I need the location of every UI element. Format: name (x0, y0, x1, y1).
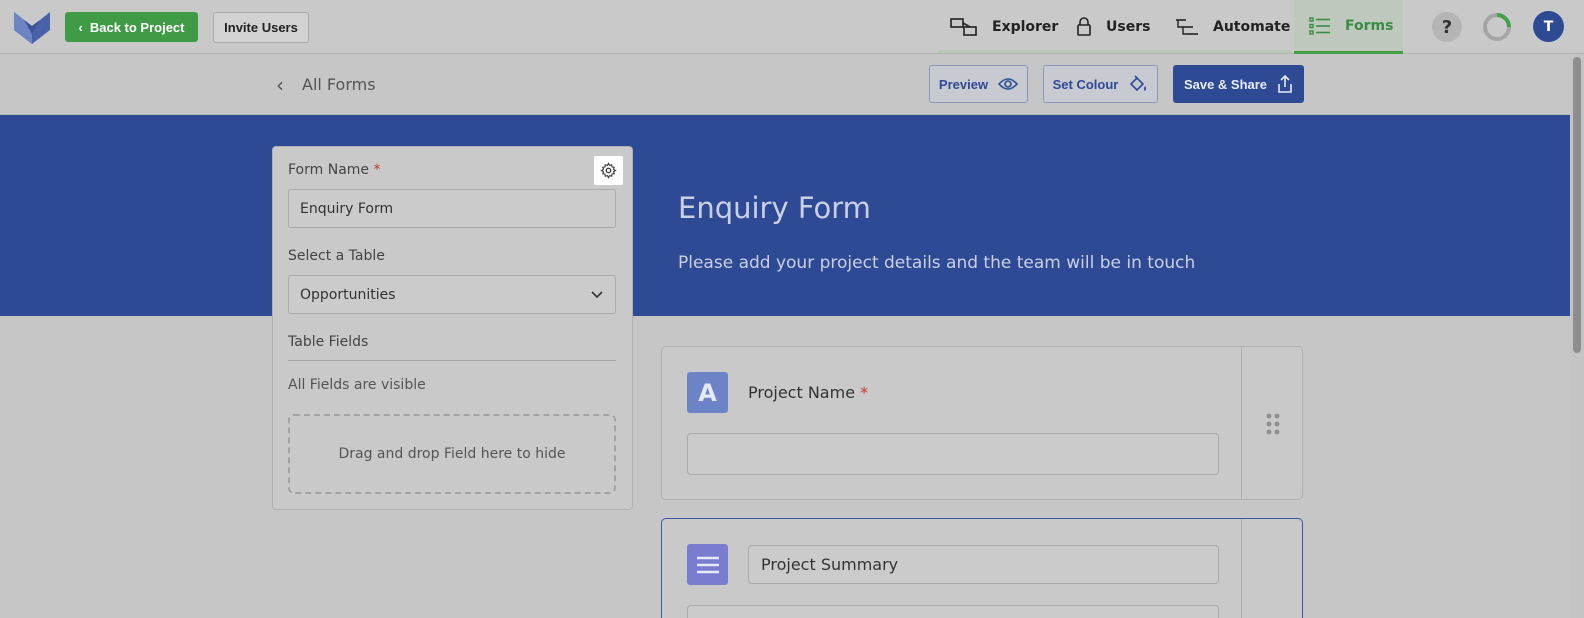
set-colour-button[interactable]: Set Colour (1043, 65, 1158, 103)
page-scrollbar[interactable] (1570, 55, 1584, 618)
drag-handle-column (1241, 519, 1302, 618)
preview-button[interactable]: Preview (929, 65, 1028, 103)
preview-label: Preview (938, 76, 989, 92)
save-share-label: Save & Share (1183, 76, 1268, 92)
field-card-project-summary[interactable]: Project Summary (661, 518, 1303, 618)
field-label[interactable]: Project Name * (748, 383, 868, 402)
tab-forms[interactable]: Forms (1294, 0, 1403, 54)
chevron-down-icon (591, 290, 603, 298)
forms-icon (1309, 16, 1330, 35)
back-to-project-button[interactable]: ‹ Back to Project (65, 12, 198, 42)
field-card-project-name[interactable]: A Project Name * (661, 346, 1303, 500)
project-name-input[interactable] (687, 433, 1219, 475)
tab-automate-label: Automate (1213, 19, 1291, 35)
tab-forms-label: Forms (1345, 17, 1394, 34)
scrollbar-thumb[interactable] (1573, 57, 1581, 353)
tab-explorer[interactable]: Explorer (950, 0, 1058, 54)
lock-icon (1077, 17, 1091, 36)
tab-users[interactable]: Users (1076, 0, 1150, 54)
all-forms-link[interactable]: ‹ All Forms (276, 72, 376, 97)
form-toolbar: ‹ All Forms Preview Set Colour Save & Sh… (0, 55, 1570, 115)
select-table-label: Select a Table (288, 248, 385, 264)
app-logo-icon[interactable] (14, 10, 50, 44)
top-nav: ‹ Back to Project Invite Users Explorer … (0, 0, 1584, 54)
lines-icon (696, 556, 719, 573)
form-header-banner: Enquiry Form Please add your project det… (0, 115, 1570, 316)
back-to-project-label: Back to Project (89, 19, 185, 35)
set-colour-label: Set Colour (1052, 76, 1119, 92)
eye-icon (998, 78, 1019, 90)
automate-icon (1176, 19, 1198, 35)
drag-handle-column (1241, 347, 1302, 499)
tab-users-label: Users (1106, 19, 1151, 35)
explorer-icon (950, 18, 977, 36)
form-settings-panel: Form Name * Enquiry Form Select a Table … (272, 146, 633, 510)
tab-automate[interactable]: Automate (1175, 0, 1290, 54)
form-title[interactable]: Enquiry Form (678, 191, 871, 225)
paint-bucket-icon (1130, 75, 1147, 92)
share-icon (1278, 75, 1292, 93)
long-text-field-type-icon (687, 544, 728, 585)
progress-ring-icon[interactable] (1482, 12, 1512, 42)
form-description[interactable]: Please add your project details and the … (678, 253, 1195, 273)
field-label-input[interactable]: Project Summary (748, 545, 1219, 584)
gear-icon (600, 162, 617, 179)
chevron-left-icon: ‹ (276, 72, 284, 97)
select-table-value: Opportunities (300, 286, 396, 303)
save-share-button[interactable]: Save & Share (1173, 65, 1304, 103)
table-fields-label: Table Fields (288, 334, 369, 350)
user-avatar[interactable]: T (1533, 11, 1564, 42)
visibility-status: All Fields are visible (288, 377, 426, 393)
nav-underline (938, 50, 1292, 53)
tab-explorer-label: Explorer (992, 19, 1059, 35)
all-forms-label: All Forms (302, 75, 376, 94)
form-name-label: Form Name * (288, 162, 381, 178)
text-field-type-icon: A (687, 372, 728, 413)
settings-button[interactable] (594, 156, 623, 185)
select-table-dropdown[interactable]: Opportunities (288, 275, 616, 314)
chevron-left-icon: ‹ (78, 19, 83, 35)
drag-handle-icon[interactable] (1266, 413, 1280, 435)
form-name-input[interactable]: Enquiry Form (288, 189, 616, 228)
hide-field-dropzone[interactable]: Drag and drop Field here to hide (288, 414, 616, 494)
project-summary-input[interactable] (687, 605, 1219, 618)
help-button[interactable]: ? (1432, 12, 1462, 42)
divider (288, 360, 616, 361)
invite-users-button[interactable]: Invite Users (213, 12, 309, 43)
